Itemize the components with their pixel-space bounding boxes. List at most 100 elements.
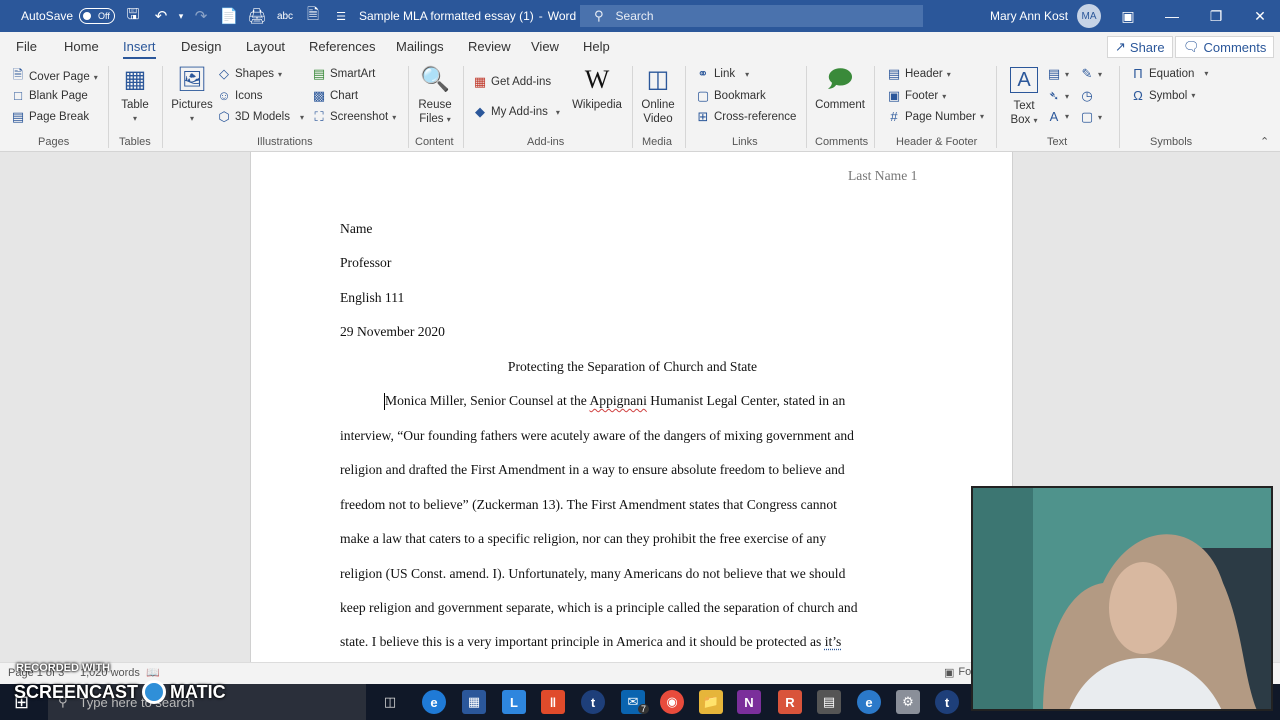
body-line: freedom not to believe” (Zuckerman 13). …: [340, 497, 837, 512]
symbol-button[interactable]: Ω Symbol ▾: [1131, 88, 1195, 103]
shapes-icon: ◇: [219, 66, 229, 81]
chrome-icon[interactable]: ◉: [660, 690, 684, 714]
footer-button[interactable]: ▣ Footer ▾: [887, 88, 946, 104]
group-label-add-ins: Add-ins: [527, 136, 565, 148]
new-comment-button[interactable]: 🗩 Comment: [812, 65, 868, 112]
misspelled-word[interactable]: Appignani: [589, 393, 646, 408]
print-preview-icon[interactable]: 🖨: [244, 7, 270, 25]
app-icon[interactable]: ‖: [541, 690, 565, 714]
comments-button[interactable]: 🗨 Comments: [1175, 36, 1275, 58]
document-page[interactable]: Last Name 1 Name Professor English 111 2…: [250, 152, 1013, 662]
text-box-button[interactable]: A Text Box ▾: [1005, 65, 1043, 128]
onenote-icon[interactable]: N: [737, 690, 761, 714]
page-break-button[interactable]: ▤ Page Break: [11, 109, 89, 125]
redo-icon[interactable]: ↷: [188, 7, 214, 25]
store-icon[interactable]: ▦: [462, 690, 486, 714]
autosave-toggle[interactable]: Off: [79, 8, 116, 24]
smartart-button[interactable]: ▤ SmartArt: [312, 66, 376, 82]
tab-layout[interactable]: Layout: [246, 39, 285, 54]
header-button[interactable]: ▤ Header ▾: [887, 66, 951, 82]
icons-button[interactable]: ☺ Icons: [217, 88, 263, 103]
pictures-button[interactable]: 🖼 Pictures ▾: [170, 65, 214, 126]
account[interactable]: Mary Ann Kost MA: [990, 0, 1102, 32]
object-button[interactable]: ▢ ▾: [1080, 109, 1102, 125]
date-time-icon: ◷: [1081, 88, 1093, 103]
drop-cap-button[interactable]: A ▾: [1047, 109, 1069, 124]
link-button[interactable]: ⚭ Link ▾: [696, 66, 750, 82]
grammar-flagged-word[interactable]: it’s: [825, 634, 842, 649]
screencast-logo-icon: [142, 680, 167, 704]
icons-label: Icons: [235, 89, 263, 102]
app-icon[interactable]: ▤: [817, 690, 841, 714]
get-add-ins-button[interactable]: ▦ Get Add-ins: [473, 74, 551, 90]
tab-insert[interactable]: Insert: [123, 39, 156, 59]
ribbon: 🗎 Cover Page ▾ □ Blank Page ▤ Page Break Pag…: [0, 61, 1280, 152]
tab-view[interactable]: View: [531, 39, 559, 54]
close-icon[interactable]: ✕: [1238, 8, 1280, 25]
save-icon[interactable]: 🖫: [120, 4, 146, 29]
tab-home[interactable]: Home: [64, 39, 99, 54]
mail-badge: 7: [638, 704, 650, 714]
undo-icon[interactable]: ↶: [148, 7, 174, 25]
cross-reference-button[interactable]: ⊞ Cross-reference: [696, 109, 797, 125]
t-app-icon[interactable]: t: [935, 690, 959, 714]
customize-toolbar-icon[interactable]: ☰: [328, 10, 354, 23]
chevron-down-icon: ▾: [555, 107, 560, 117]
avatar[interactable]: MA: [1077, 4, 1102, 28]
chevron-down-icon: ▾: [1065, 91, 1070, 101]
chevron-down-icon: ▾: [1033, 116, 1038, 125]
reuse-files-button[interactable]: 🔍 Reuse Files ▾: [415, 65, 455, 127]
page-number-button[interactable]: # Page Number ▾: [887, 109, 984, 124]
minimize-icon[interactable]: —: [1150, 8, 1194, 24]
bookmark-button[interactable]: ▢ Bookmark: [696, 88, 766, 104]
internet-explorer-icon[interactable]: e: [857, 690, 881, 714]
blank-page-button[interactable]: □ Blank Page: [11, 88, 88, 103]
search-box[interactable]: ⚲ Search: [580, 5, 923, 27]
task-view-icon[interactable]: ◫: [378, 690, 402, 714]
online-video-button[interactable]: ◫ Online Video: [638, 65, 678, 126]
wikipedia-button[interactable]: W Wikipedia: [570, 65, 624, 112]
my-add-ins-button[interactable]: ◆ My Add-ins ▾: [473, 104, 560, 120]
share-button[interactable]: ↗ Share: [1107, 36, 1173, 58]
l-app-icon[interactable]: L: [502, 690, 526, 714]
autosave[interactable]: AutoSave Off: [21, 0, 116, 32]
table-icon: ▦: [123, 66, 147, 93]
undo-dropdown-icon[interactable]: ▾: [176, 11, 186, 22]
group-label-symbols: Symbols: [1150, 136, 1193, 148]
cover-page-button[interactable]: 🗎 Cover Page ▾: [11, 66, 98, 88]
collapse-ribbon-icon[interactable]: ⌃: [1260, 135, 1269, 148]
tab-mailings[interactable]: Mailings: [396, 39, 444, 54]
proofing-icon[interactable]: 📖: [146, 666, 160, 679]
professor-line: Professor: [340, 255, 392, 270]
quick-parts-button[interactable]: ▤ ▾: [1047, 66, 1069, 82]
t-app-icon[interactable]: t: [581, 690, 605, 714]
wordart-button[interactable]: ➴ ▾: [1047, 88, 1069, 104]
table-label: Table: [121, 99, 149, 111]
3d-models-button[interactable]: ⬡ 3D Models ▾: [217, 109, 304, 125]
tab-file[interactable]: File: [16, 39, 37, 54]
table-button[interactable]: ▦ Table ▾: [116, 65, 154, 126]
spelling-icon[interactable]: abc: [272, 11, 298, 22]
signature-line-button[interactable]: ✎ ▾: [1080, 66, 1102, 82]
file-explorer-icon[interactable]: 📁: [699, 690, 723, 714]
restore-icon[interactable]: ❐: [1194, 8, 1238, 25]
share-label: Share: [1129, 39, 1165, 55]
app-icon[interactable]: ⚙: [896, 690, 920, 714]
equation-button[interactable]: Π Equation ▾: [1131, 66, 1208, 81]
screenshot-button[interactable]: ⛶ Screenshot ▾: [312, 109, 396, 125]
tab-references[interactable]: References: [309, 39, 375, 54]
chart-button[interactable]: ▩ Chart: [312, 88, 358, 104]
page-break-label: Page Break: [29, 111, 90, 123]
date-time-button[interactable]: ◷: [1080, 88, 1094, 104]
tab-review[interactable]: Review: [468, 39, 511, 54]
tab-design[interactable]: Design: [181, 39, 221, 54]
tab-help[interactable]: Help: [583, 39, 610, 54]
icons-icon: ☺: [217, 88, 231, 103]
shapes-button[interactable]: ◇ Shapes ▾: [217, 66, 282, 82]
edge-browser-icon[interactable]: e: [422, 690, 446, 714]
new-document-icon[interactable]: 📄: [216, 7, 242, 25]
ribbon-display-options-icon[interactable]: ▣: [1106, 8, 1150, 25]
r-app-icon[interactable]: R: [778, 690, 802, 714]
open-icon[interactable]: 🗎: [300, 4, 326, 29]
search-icon: ⚲: [594, 8, 604, 23]
